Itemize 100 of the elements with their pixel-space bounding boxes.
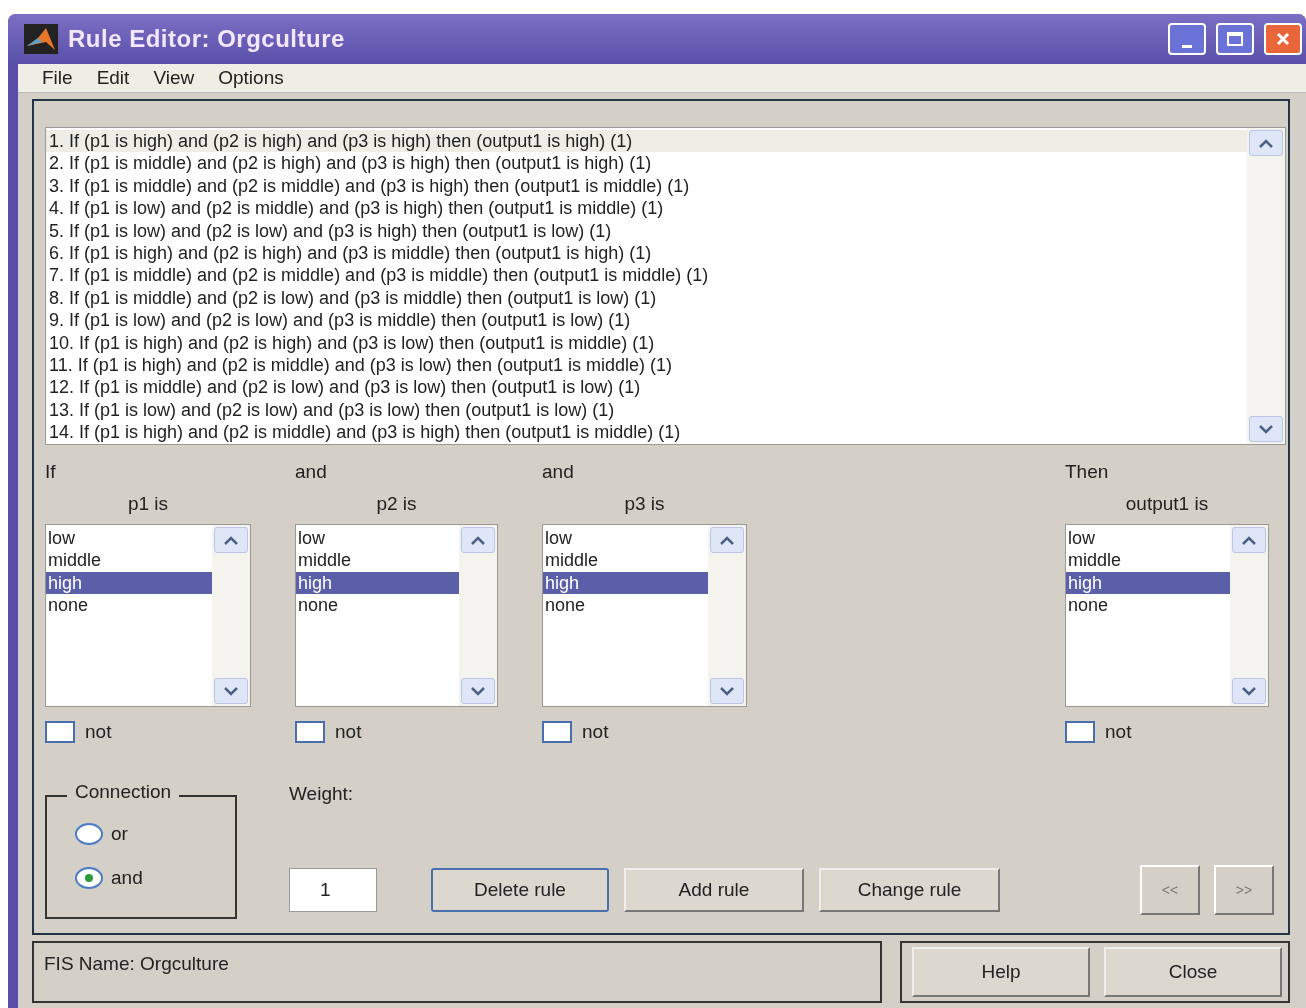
scroll-up-button[interactable] [1232, 527, 1266, 553]
action-button[interactable]: Add rule [624, 868, 804, 912]
variable-label: output1 is [1125, 493, 1209, 516]
rule-item[interactable]: 9. If (p1 is low) and (p2 is low) and (p3 is middle) then (output1 is low) (1) [46, 309, 1247, 332]
scroll-down-button[interactable] [461, 678, 495, 704]
chevron-down-icon [224, 686, 238, 696]
menu-item[interactable]: Options [206, 67, 296, 89]
footer-button[interactable]: Close [1104, 947, 1282, 997]
weight-label: Weight: [289, 783, 355, 805]
list-item[interactable]: none [296, 594, 459, 617]
variable-label: p1 is [127, 493, 169, 516]
rule-item[interactable]: 1. If (p1 is high) and (p2 is high) and (p3 is high) then (output1 is high) (1) [46, 130, 1247, 153]
app-logo-icon [24, 24, 58, 54]
list-item[interactable]: none [1066, 594, 1230, 617]
weight-field[interactable]: 1 [289, 868, 377, 912]
scroll-up-button[interactable] [214, 527, 248, 553]
variable-label: p3 is [624, 493, 665, 516]
scrollbar[interactable] [1247, 128, 1285, 444]
maximize-button[interactable] [1216, 23, 1254, 55]
radio-button[interactable] [75, 823, 103, 845]
radio-button[interactable] [75, 867, 103, 889]
chevron-up-icon [1242, 535, 1256, 545]
scroll-down-button[interactable] [1232, 678, 1266, 704]
connector-label: Then [1065, 461, 1110, 484]
rule-item[interactable]: 10. If (p1 is high) and (p2 is high) and (p3 is low) then (output1 is middle) (1) [46, 331, 1247, 355]
rule-item[interactable]: 7. If (p1 is middle) and (p2 is middle) and (p3 is middle) then (output1 is middle) (1) [46, 264, 1247, 287]
list-item[interactable]: high [1066, 571, 1230, 595]
list-item[interactable]: high [296, 571, 459, 595]
action-button[interactable]: Delete rule [431, 868, 609, 912]
list-item[interactable]: middle [296, 549, 459, 572]
rule-item[interactable]: 12. If (p1 is middle) and (p2 is low) and (p3 is low) then (output1 is low) (1) [46, 376, 1247, 399]
rule-item[interactable]: 8. If (p1 is middle) and (p2 is low) and (p3 is middle) then (output1 is low) (1) [46, 286, 1247, 310]
list-item[interactable]: none [46, 594, 212, 617]
list-item[interactable]: low [46, 527, 212, 550]
membership-list[interactable]: low middle high none [1065, 524, 1269, 707]
not-checkbox[interactable] [295, 721, 325, 743]
rule-item[interactable]: 14. If (p1 is high) and (p2 is middle) and (p3 is high) then (output1 is middle) (1) [46, 421, 1247, 444]
not-checkbox[interactable] [1065, 721, 1095, 743]
not-checkbox[interactable] [45, 721, 75, 743]
radio-label: or [111, 823, 128, 845]
rule-item[interactable]: 3. If (p1 is middle) and (p2 is middle) and (p3 is high) then (output1 is middle) (1) [46, 174, 1247, 198]
list-item[interactable]: high [543, 571, 708, 595]
checkbox-label: not [85, 721, 112, 743]
list-item[interactable]: middle [1066, 549, 1230, 572]
checkbox-label: not [582, 721, 609, 743]
list-item[interactable]: low [296, 527, 459, 550]
list-item[interactable]: low [1066, 527, 1230, 550]
rule-item[interactable]: 11. If (p1 is high) and (p2 is middle) and (p3 is low) then (output1 is middle) (1) [46, 354, 1247, 377]
rule-list[interactable] [45, 127, 1286, 445]
rule-item[interactable]: 6. If (p1 is high) and (p2 is high) and (p3 is middle) then (output1 is high) (1) [46, 242, 1247, 265]
chevron-up-icon [1259, 138, 1273, 148]
scroll-up-button[interactable] [1249, 130, 1283, 156]
list-item[interactable]: middle [46, 549, 212, 572]
not-checkbox[interactable] [542, 721, 572, 743]
checkbox-label: not [335, 721, 362, 743]
status-text: FIS Name: Orgculture [32, 941, 882, 1003]
membership-list[interactable]: low middle high none [45, 524, 251, 707]
scrollbar[interactable] [459, 525, 497, 706]
rule-item[interactable]: 2. If (p1 is middle) and (p2 is high) and (p3 is high) then (output1 is high) (1) [46, 152, 1247, 175]
rule-item[interactable]: 5. If (p1 is low) and (p2 is low) and (p3 is high) then (output1 is low) (1) [46, 219, 1247, 243]
maximize-icon [1226, 31, 1244, 47]
rule-item[interactable]: 4. If (p1 is low) and (p2 is middle) and (p3 is high) then (output1 is middle) (1) [46, 197, 1247, 220]
chevron-up-icon [720, 535, 734, 545]
action-button[interactable]: Change rule [819, 868, 1000, 912]
chevron-down-icon [471, 686, 485, 696]
close-button[interactable] [1264, 23, 1302, 55]
close-icon [1275, 31, 1291, 47]
minimize-icon [1182, 44, 1192, 48]
list-item[interactable]: none [543, 594, 708, 617]
scrollbar[interactable] [212, 525, 250, 706]
chevron-up-icon [224, 535, 238, 545]
membership-list[interactable]: low middle high none [542, 524, 747, 707]
scrollbar[interactable] [708, 525, 746, 706]
radio-label: and [111, 867, 143, 889]
scroll-up-button[interactable] [461, 527, 495, 553]
variable-label: p2 is [376, 493, 417, 516]
rule-item[interactable]: 13. If (p1 is low) and (p2 is low) and (p3 is low) then (output1 is low) (1) [46, 398, 1247, 422]
connector-label: and [295, 461, 328, 484]
connector-label: If [45, 461, 57, 484]
scrollbar[interactable] [1230, 525, 1268, 706]
checkbox-label: not [1105, 721, 1132, 743]
chevron-down-icon [1259, 424, 1273, 434]
menu-item[interactable]: File [30, 67, 85, 89]
scroll-down-button[interactable] [214, 678, 248, 704]
scroll-down-button[interactable] [1249, 416, 1283, 442]
menu-item[interactable]: View [141, 67, 207, 89]
list-item[interactable]: middle [543, 549, 708, 572]
chevron-down-icon [1242, 686, 1256, 696]
chevron-up-icon [471, 535, 485, 545]
scroll-up-button[interactable] [710, 527, 744, 553]
minimize-button[interactable] [1168, 23, 1206, 55]
list-item[interactable]: high [46, 571, 212, 595]
chevron-down-icon [720, 686, 734, 696]
window-title: Rule Editor: Orgculture [68, 25, 346, 53]
membership-list[interactable]: low middle high none [295, 524, 498, 707]
scroll-down-button[interactable] [710, 678, 744, 704]
footer-button[interactable]: Help [912, 947, 1090, 997]
list-item[interactable]: low [543, 527, 708, 550]
menu-item[interactable]: Edit [84, 67, 142, 89]
connector-label: and [542, 461, 575, 484]
